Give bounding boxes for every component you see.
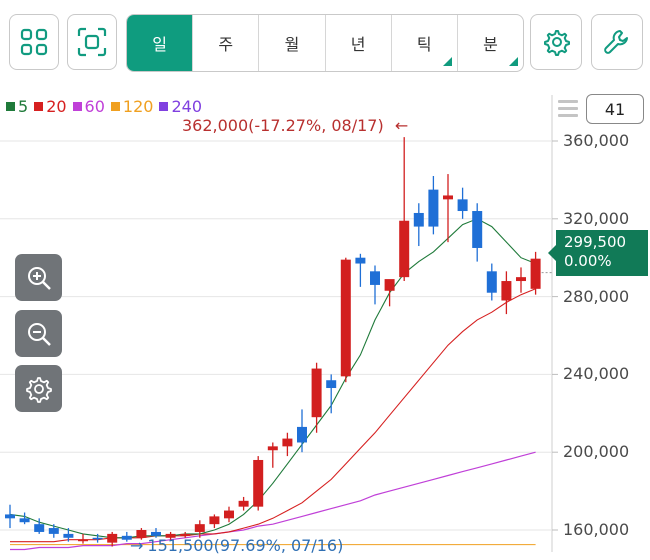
chart-settings-button[interactable] [15, 365, 62, 412]
candle [384, 279, 395, 307]
candle-body [384, 279, 395, 291]
candle-body [107, 533, 118, 543]
candle [472, 203, 483, 262]
zoom-in-button[interactable] [15, 254, 62, 301]
candle-body [92, 537, 103, 540]
candle [253, 456, 264, 511]
candle [428, 176, 439, 235]
candle-body [78, 539, 88, 542]
zoom-in-icon [27, 266, 51, 290]
candle-body [194, 524, 205, 532]
y-tick-label: 160,000 [563, 520, 630, 539]
candle-body [355, 257, 366, 264]
price-chart[interactable] [0, 0, 650, 560]
candle-body [34, 524, 45, 532]
candle-count-field[interactable]: 41 [586, 94, 644, 124]
ma5-line [9, 218, 536, 539]
candle [501, 271, 512, 315]
candle [267, 442, 278, 468]
high-price-label: 362,000(-17.27%, 08/17) [182, 116, 384, 135]
candle [78, 533, 88, 544]
candle [443, 174, 453, 243]
candle [340, 257, 351, 383]
candle-body [370, 271, 380, 285]
candle-body [297, 426, 307, 443]
candle-body [19, 518, 30, 523]
current-price-change: 0.00% [564, 252, 612, 270]
candle [326, 374, 337, 414]
ma20-line [10, 288, 536, 543]
y-tick-label: 240,000 [563, 364, 630, 384]
left-arrow-icon: ← [394, 116, 409, 135]
right-arrow-icon: → [130, 536, 144, 555]
candle-body [413, 212, 424, 227]
candle [224, 506, 234, 523]
candle-body [63, 533, 74, 538]
candle [297, 409, 307, 453]
candle [311, 362, 322, 433]
candle-body [399, 220, 410, 278]
candle [413, 203, 424, 247]
candle-body [501, 281, 512, 301]
candle [516, 267, 526, 293]
candle-count-value: 41 [604, 99, 626, 119]
high-price-annotation: 362,000(-17.27%, 08/17) ← [182, 116, 408, 135]
candle-body [516, 277, 526, 282]
candle [355, 253, 366, 287]
candle-body [253, 459, 264, 507]
candle [48, 524, 59, 538]
candle-body [443, 195, 453, 200]
y-tick-label: 360,000 [563, 131, 630, 150]
candle-body [530, 258, 541, 289]
low-price-annotation: → 151,500(97.69%, 07/16) [130, 536, 343, 555]
y-tick-label: 200,000 [563, 442, 630, 462]
candle-body [340, 259, 351, 377]
candle-body [428, 189, 439, 227]
candle-body [267, 446, 278, 451]
candle-body [238, 500, 249, 507]
candle-body [209, 516, 220, 525]
candle [209, 514, 220, 529]
current-price-tag: 299,500 0.00% [548, 230, 648, 276]
zoom-out-icon [27, 322, 51, 346]
candle-body [326, 380, 337, 389]
candle-body [472, 211, 483, 248]
candle [530, 251, 541, 295]
candle-body [282, 438, 293, 447]
y-tick-label: 280,000 [563, 286, 630, 306]
candle-body [5, 514, 15, 519]
candle-body [457, 199, 468, 212]
zoom-out-button[interactable] [15, 310, 62, 357]
candle [486, 263, 497, 301]
gear-icon [25, 376, 52, 403]
menu-icon[interactable] [558, 100, 578, 121]
candle [238, 496, 249, 511]
candle [399, 137, 410, 282]
low-price-label: 151,500(97.69%, 07/16) [147, 536, 344, 555]
candle-body [486, 271, 497, 293]
candle [457, 187, 468, 219]
candle-body [48, 528, 59, 534]
candle-body [311, 368, 322, 418]
y-tick-label: 320,000 [563, 208, 630, 228]
current-price-value: 299,500 [564, 233, 627, 251]
candle-body [224, 510, 234, 519]
candle [5, 504, 15, 529]
candle [370, 265, 380, 305]
